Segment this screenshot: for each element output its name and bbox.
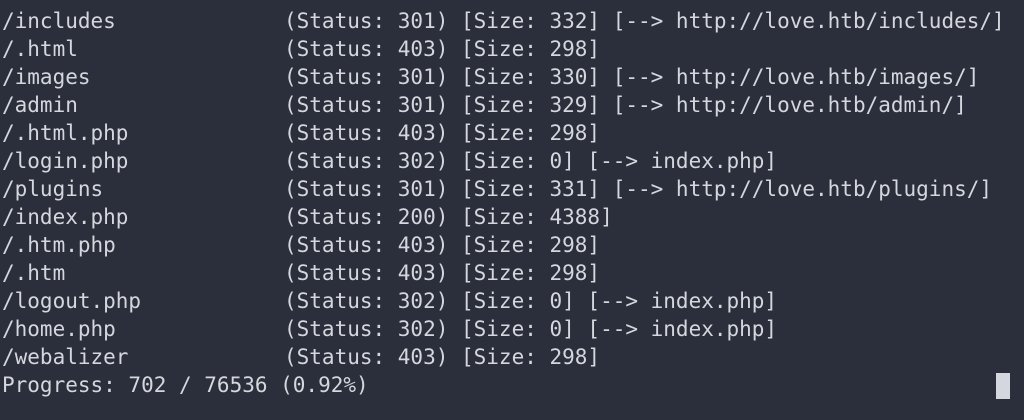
terminal-window[interactable]: /includes (Status: 301) [Size: 332] [-->…: [0, 0, 1024, 420]
result-info: (Status: 403) [Size: 298]: [284, 37, 601, 61]
result-line: /home.php (Status: 302) [Size: 0] [--> i…: [0, 315, 1024, 343]
result-path: /plugins: [2, 177, 104, 201]
result-line: /includes (Status: 301) [Size: 332] [-->…: [0, 7, 1024, 35]
result-info: (Status: 301) [Size: 330] [--> http://lo…: [284, 65, 980, 89]
result-path: /.html.php: [2, 121, 129, 145]
result-info: (Status: 302) [Size: 0] [--> index.php]: [284, 317, 778, 341]
result-info: (Status: 200) [Size: 4388]: [284, 205, 613, 229]
result-path: /webalizer: [2, 345, 129, 369]
result-info: (Status: 403) [Size: 298]: [284, 121, 601, 145]
result-line: /.html (Status: 403) [Size: 298]: [0, 35, 1024, 63]
result-path: /home.php: [2, 317, 116, 341]
result-path: /admin: [2, 93, 78, 117]
result-path: /.htm.php: [2, 233, 116, 257]
result-info: (Status: 403) [Size: 298]: [284, 345, 601, 369]
terminal-cursor: [996, 373, 1010, 399]
result-line: /images (Status: 301) [Size: 330] [--> h…: [0, 63, 1024, 91]
result-line: /.htm.php (Status: 403) [Size: 298]: [0, 231, 1024, 259]
result-line: /plugins (Status: 301) [Size: 331] [--> …: [0, 175, 1024, 203]
result-line: /.html.php (Status: 403) [Size: 298]: [0, 119, 1024, 147]
result-line: /webalizer (Status: 403) [Size: 298]: [0, 343, 1024, 371]
result-line: /login.php (Status: 302) [Size: 0] [--> …: [0, 147, 1024, 175]
result-line: /index.php (Status: 200) [Size: 4388]: [0, 203, 1024, 231]
result-path: /login.php: [2, 149, 129, 173]
result-path: /images: [2, 65, 91, 89]
result-path: /index.php: [2, 205, 129, 229]
result-info: (Status: 302) [Size: 0] [--> index.php]: [284, 149, 778, 173]
result-line: /logout.php (Status: 302) [Size: 0] [-->…: [0, 287, 1024, 315]
result-line: /admin (Status: 301) [Size: 329] [--> ht…: [0, 91, 1024, 119]
progress-line: Progress: 702 / 76536 (0.92%): [2, 373, 369, 397]
result-info: (Status: 301) [Size: 331] [--> http://lo…: [284, 177, 993, 201]
result-path: /logout.php: [2, 289, 142, 313]
result-info: (Status: 301) [Size: 332] [--> http://lo…: [284, 9, 1005, 33]
result-line: /.htm (Status: 403) [Size: 298]: [0, 259, 1024, 287]
result-path: /includes: [2, 9, 116, 33]
result-path: /.html: [2, 37, 78, 61]
result-info: (Status: 403) [Size: 298]: [284, 261, 601, 285]
result-path: /.htm: [2, 261, 66, 285]
result-info: (Status: 403) [Size: 298]: [284, 233, 601, 257]
result-info: (Status: 302) [Size: 0] [--> index.php]: [284, 289, 778, 313]
result-info: (Status: 301) [Size: 329] [--> http://lo…: [284, 93, 967, 117]
